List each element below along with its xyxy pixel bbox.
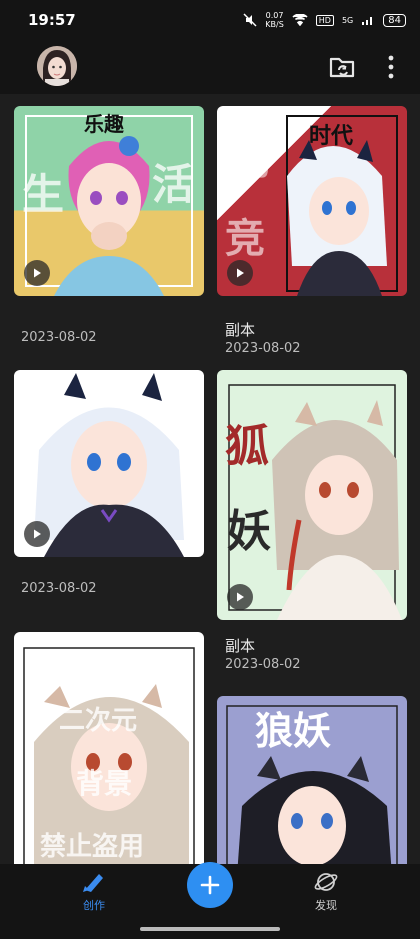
artwork-caption: 时代 [309, 123, 354, 149]
works-grid: 乐趣 生 活 2023-08-02 时代 电 竞 副本 2023-08-02 2… [0, 94, 420, 864]
work-thumbnail[interactable] [14, 370, 204, 557]
app-header [0, 40, 420, 94]
avatar[interactable] [37, 46, 77, 86]
artwork-caption: 电 [229, 137, 269, 184]
mute-icon [243, 13, 257, 27]
work-thumbnail[interactable]: 乐趣 生 活 [14, 106, 204, 296]
artwork-caption: 背景 [76, 767, 133, 800]
play-icon[interactable] [227, 260, 253, 286]
work-thumbnail[interactable]: 时代 电 竞 [217, 106, 407, 296]
nav-discover-label: 发现 [315, 899, 337, 912]
nav-create-label: 创作 [83, 899, 105, 912]
gesture-bar [0, 920, 420, 939]
work-thumbnail[interactable]: 狼妖 [217, 696, 407, 864]
net-speed-value: 0.07 [265, 11, 284, 20]
nav-create[interactable]: 创作 [64, 870, 124, 913]
card-title: 副本 [225, 321, 256, 339]
artwork-caption: 妖 [227, 506, 271, 557]
net-speed-unit: KB/S [265, 20, 284, 29]
planet-icon [314, 873, 338, 891]
work-thumbnail[interactable]: 狐 妖 [217, 370, 407, 620]
wifi-icon [292, 14, 308, 26]
signal-icon [362, 17, 373, 25]
signal-label: 5G [341, 15, 354, 25]
home-indicator[interactable] [140, 927, 280, 931]
artwork-caption: 生 [22, 170, 65, 219]
create-icon [83, 874, 103, 892]
artwork-caption: 二次元 [59, 706, 138, 736]
card-date: 2023-08-02 [225, 657, 301, 672]
artwork-caption: 禁止盗用 [40, 832, 145, 862]
nav-discover[interactable]: 发现 [296, 870, 356, 913]
battery-icon: 84 [383, 13, 406, 27]
card-date: 2023-08-02 [21, 330, 97, 345]
card-title: 副本 [225, 637, 256, 655]
add-button[interactable] [187, 862, 233, 908]
folder-sync-icon[interactable] [328, 54, 356, 80]
artwork-caption: 活 [152, 160, 195, 209]
avatar-image [37, 46, 77, 86]
card-date: 2023-08-02 [225, 341, 301, 356]
artwork-caption: 竞 [225, 215, 265, 262]
play-icon[interactable] [24, 521, 50, 547]
artwork-caption: 狐 [225, 421, 269, 472]
hd-badge: HD [315, 14, 334, 26]
status-bar: 19:57 0.07 KB/S HD 5G 84 [0, 0, 420, 40]
status-time: 19:57 [28, 11, 76, 29]
more-vertical-icon[interactable] [380, 54, 402, 80]
plus-icon [200, 875, 220, 895]
artwork-caption: 乐趣 [84, 112, 124, 136]
network-speed: 0.07 KB/S [265, 11, 284, 29]
card-date: 2023-08-02 [21, 581, 97, 596]
work-thumbnail[interactable]: 二次元 背景 禁止盗用 [14, 632, 204, 864]
play-icon[interactable] [24, 260, 50, 286]
status-icons: 0.07 KB/S HD 5G 84 [243, 11, 406, 29]
play-icon[interactable] [227, 584, 253, 610]
bottom-nav: 创作 发现 [0, 862, 420, 920]
artwork-caption: 狼妖 [255, 708, 332, 753]
